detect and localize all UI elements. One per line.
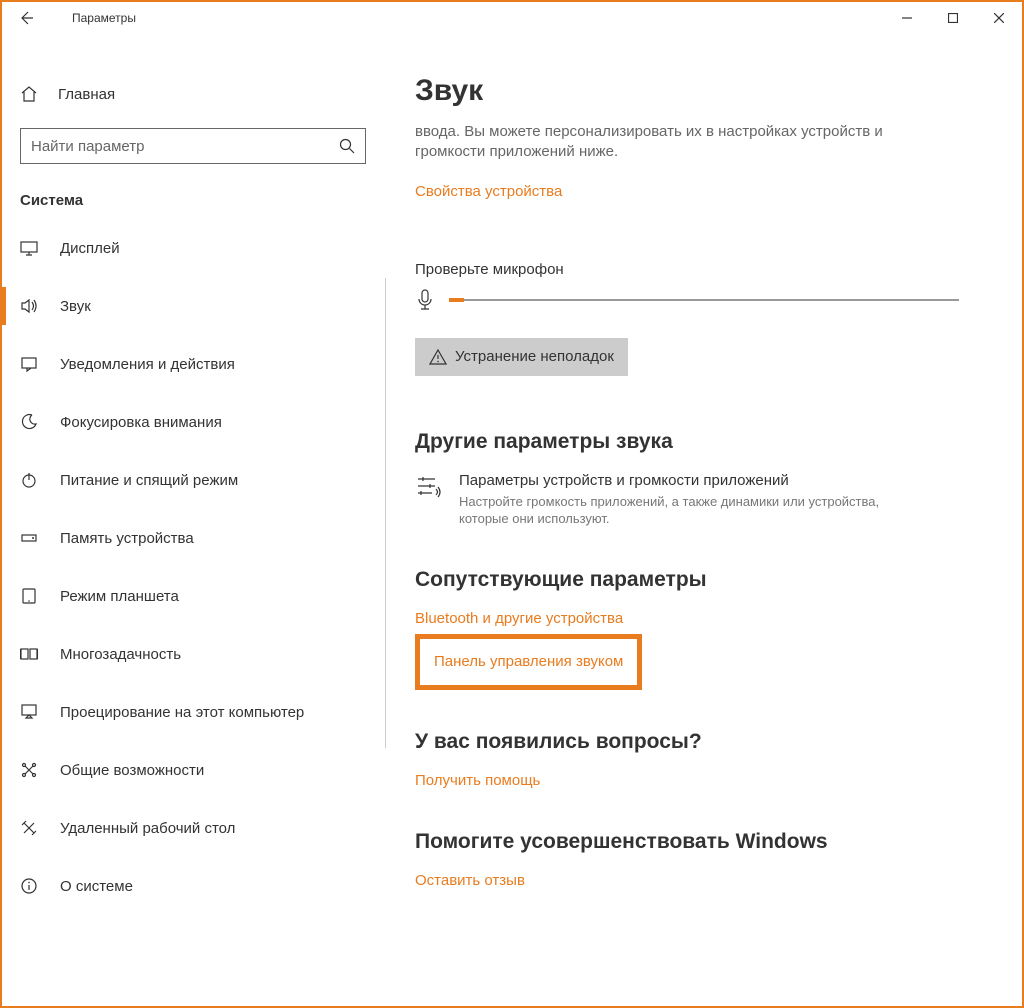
app-volume-setting[interactable]: Параметры устройств и громкости приложен… <box>415 472 982 528</box>
power-icon <box>20 471 38 489</box>
close-icon <box>994 13 1004 23</box>
sidebar-item-label: Многозадачность <box>60 646 181 663</box>
home-button[interactable]: Главная <box>2 74 384 114</box>
minimize-button[interactable] <box>884 2 930 34</box>
mic-level-meter <box>449 299 959 301</box>
sidebar-item-shared[interactable]: Общие возможности <box>2 741 384 799</box>
sidebar-item-label: Память устройства <box>60 530 194 547</box>
sidebar-item-projecting[interactable]: Проецирование на этот компьютер <box>2 683 384 741</box>
sidebar-item-label: Звук <box>60 298 91 315</box>
sidebar-item-storage[interactable]: Память устройства <box>2 509 384 567</box>
project-icon <box>20 703 38 721</box>
sidebar-item-label: Фокусировка внимания <box>60 414 222 431</box>
content-area: Главная Система Дисплей Звук <box>2 34 1022 1006</box>
sidebar-item-label: Проецирование на этот компьютер <box>60 704 304 721</box>
sidebar-item-label: Режим планшета <box>60 588 179 605</box>
storage-icon <box>20 529 38 547</box>
sidebar-item-label: Общие возможности <box>60 762 204 779</box>
sidebar-item-label: Уведомления и действия <box>60 356 235 373</box>
section-header: Система <box>2 182 384 219</box>
back-button[interactable] <box>10 2 42 34</box>
feedback-link[interactable]: Оставить отзыв <box>415 872 525 889</box>
help-section-title: У вас появились вопросы? <box>415 730 982 754</box>
mic-check-label: Проверьте микрофон <box>415 261 982 278</box>
sliders-icon <box>415 472 443 500</box>
search-box[interactable] <box>20 128 366 164</box>
tablet-icon <box>20 587 38 605</box>
sidebar-item-power[interactable]: Питание и спящий режим <box>2 451 384 509</box>
related-params-title: Сопутствующие параметры <box>415 568 982 592</box>
sidebar-item-label: О системе <box>60 878 133 895</box>
sidebar-item-sound[interactable]: Звук <box>2 277 384 335</box>
maximize-icon <box>948 13 958 23</box>
multitask-icon <box>20 645 38 663</box>
close-button[interactable] <box>976 2 1022 34</box>
arrow-left-icon <box>18 10 34 26</box>
highlighted-sound-control-panel: Панель управления звуком <box>415 634 642 690</box>
device-properties-link[interactable]: Свойства устройства <box>415 183 562 200</box>
troubleshoot-label: Устранение неполадок <box>455 348 614 365</box>
remote-icon <box>20 819 38 837</box>
sidebar-item-notifications[interactable]: Уведомления и действия <box>2 335 384 393</box>
info-icon <box>20 877 38 895</box>
microphone-icon <box>415 288 435 312</box>
sidebar-item-display[interactable]: Дисплей <box>2 219 384 277</box>
other-params-title: Другие параметры звука <box>415 430 982 454</box>
bluetooth-link[interactable]: Bluetooth и другие устройства <box>415 610 623 627</box>
home-icon <box>20 85 38 103</box>
mic-level-row <box>415 288 982 312</box>
shared-icon <box>20 761 38 779</box>
troubleshoot-button[interactable]: Устранение неполадок <box>415 338 628 376</box>
sidebar-item-about[interactable]: О системе <box>2 857 384 915</box>
mic-level-fill <box>449 298 464 302</box>
minimize-icon <box>902 13 912 23</box>
titlebar: Параметры <box>2 2 1022 34</box>
sidebar-item-focus[interactable]: Фокусировка внимания <box>2 393 384 451</box>
app-volume-title: Параметры устройств и громкости приложен… <box>459 472 982 489</box>
moon-icon <box>20 413 38 431</box>
page-description: ввода. Вы можете персонализировать их в … <box>415 122 915 163</box>
home-label: Главная <box>58 86 115 103</box>
search-input[interactable] <box>31 138 339 155</box>
search-icon <box>339 138 355 154</box>
app-volume-desc: Настройте громкость приложений, а также … <box>459 493 929 528</box>
nav-list: Дисплей Звук Уведомления и действия Фоку… <box>2 219 384 915</box>
page-title: Звук <box>415 74 982 108</box>
get-help-link[interactable]: Получить помощь <box>415 772 540 789</box>
speaker-icon <box>20 297 38 315</box>
notifications-icon <box>20 355 38 373</box>
window-controls <box>884 2 1022 34</box>
sidebar-item-multitask[interactable]: Многозадачность <box>2 625 384 683</box>
sidebar-item-label: Питание и спящий режим <box>60 472 238 489</box>
sidebar-item-label: Удаленный рабочий стол <box>60 820 235 837</box>
sidebar-item-tablet[interactable]: Режим планшета <box>2 567 384 625</box>
maximize-button[interactable] <box>930 2 976 34</box>
settings-window: Параметры Главная <box>2 2 1022 1006</box>
display-icon <box>20 239 38 257</box>
window-title: Параметры <box>72 11 136 25</box>
sidebar-item-remote[interactable]: Удаленный рабочий стол <box>2 799 384 857</box>
sound-control-panel-link[interactable]: Панель управления звуком <box>434 653 623 670</box>
sidebar: Главная Система Дисплей Звук <box>2 34 384 1006</box>
main-panel: Звук ввода. Вы можете персонализировать … <box>384 34 1022 1006</box>
sidebar-item-label: Дисплей <box>60 240 120 257</box>
feedback-section-title: Помогите усовершенствовать Windows <box>415 830 982 854</box>
warning-icon <box>429 348 447 366</box>
